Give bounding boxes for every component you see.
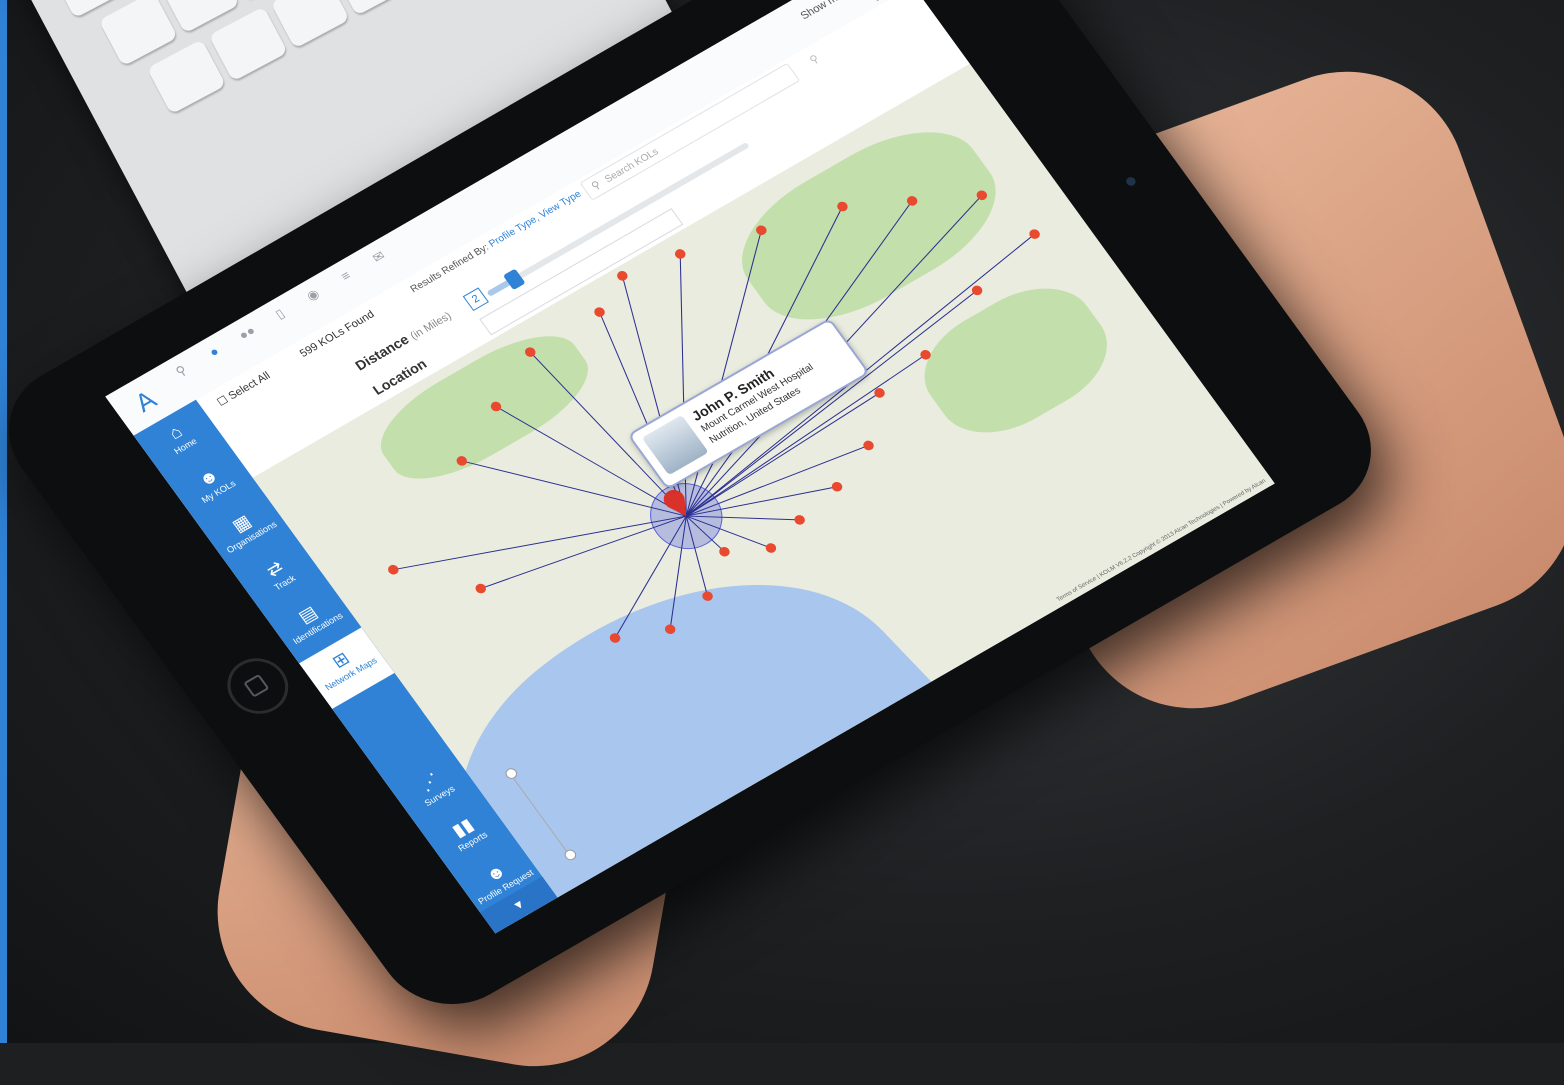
kol-marker-icon[interactable] bbox=[523, 346, 538, 359]
mail-icon[interactable]: ✉ bbox=[363, 244, 395, 270]
group-icon[interactable]: ◉ bbox=[297, 282, 329, 308]
document-icon[interactable]: ▯ bbox=[264, 301, 296, 327]
map-pin-icon[interactable]: ⚲ bbox=[165, 358, 197, 384]
kol-marker-icon[interactable] bbox=[673, 247, 688, 260]
kol-marker-icon[interactable] bbox=[663, 623, 678, 636]
kol-marker-icon[interactable] bbox=[489, 400, 504, 413]
blue-edge-strip bbox=[0, 0, 7, 1043]
kol-marker-icon[interactable] bbox=[861, 439, 876, 452]
kol-marker-icon[interactable] bbox=[830, 480, 845, 493]
connection-line bbox=[393, 515, 687, 571]
person-icon[interactable]: ● bbox=[198, 339, 230, 365]
kol-marker-icon[interactable] bbox=[455, 454, 470, 467]
distance-unit: (in Miles) bbox=[408, 310, 454, 343]
app-logo-icon[interactable]: A bbox=[122, 380, 169, 422]
kol-marker-icon[interactable] bbox=[764, 541, 779, 554]
avatar bbox=[641, 414, 709, 476]
search-submit-icon[interactable]: ⚲ bbox=[807, 52, 822, 67]
kol-marker-icon[interactable] bbox=[975, 189, 990, 202]
kol-marker-icon[interactable] bbox=[700, 590, 715, 603]
distance-value[interactable]: 2 bbox=[462, 287, 489, 312]
kol-marker-icon[interactable] bbox=[872, 386, 887, 399]
kol-marker-icon[interactable] bbox=[608, 631, 623, 644]
kol-marker-icon[interactable] bbox=[754, 224, 769, 237]
kol-marker-icon[interactable] bbox=[792, 513, 807, 526]
kol-marker-icon[interactable] bbox=[386, 563, 401, 576]
kol-marker-icon[interactable] bbox=[905, 194, 920, 207]
kol-marker-icon[interactable] bbox=[835, 200, 850, 213]
connection-line bbox=[461, 460, 687, 517]
kol-marker-icon[interactable] bbox=[592, 306, 607, 319]
people-icon[interactable]: ●● bbox=[231, 320, 263, 346]
kol-marker-icon[interactable] bbox=[918, 348, 933, 361]
home-button-icon[interactable] bbox=[215, 647, 301, 725]
bars-icon[interactable]: ≡ bbox=[330, 263, 362, 289]
camera-icon bbox=[1124, 175, 1138, 188]
kol-marker-icon[interactable] bbox=[473, 582, 488, 595]
kol-marker-icon[interactable] bbox=[615, 269, 630, 282]
